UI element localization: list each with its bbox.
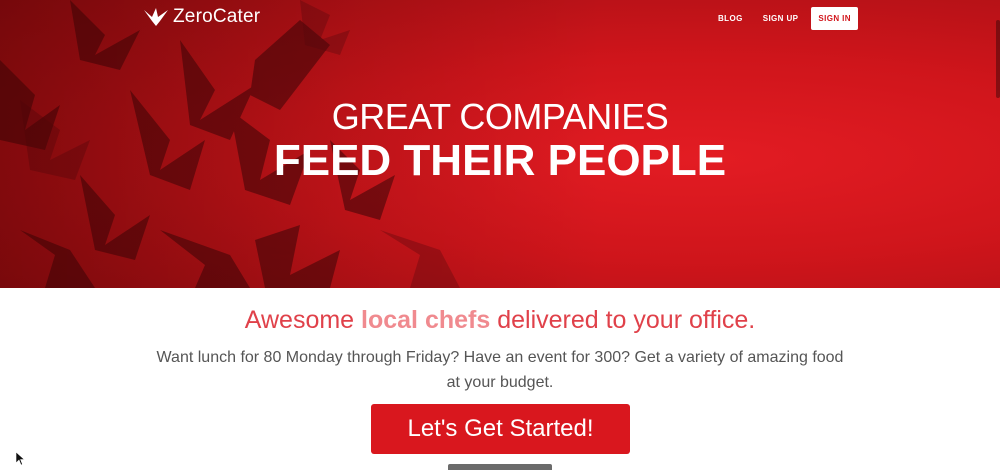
tagline-text-after: delivered to your office.	[490, 306, 756, 334]
sign-in-button[interactable]: SIGN IN	[811, 7, 858, 30]
hero-headline-line2: FEED THEIR PEOPLE	[273, 136, 727, 185]
get-started-button[interactable]: Let's Get Started!	[371, 404, 630, 454]
tagline: Awesome local chefs delivered to your of…	[0, 306, 1000, 335]
scrollbar[interactable]	[996, 20, 1000, 98]
nav-blog-link[interactable]: BLOG	[718, 14, 743, 23]
bottom-tab-handle[interactable]	[448, 464, 552, 470]
tagline-text-before: Awesome	[244, 306, 362, 334]
mouse-cursor-icon	[16, 452, 25, 466]
nav-signup-link[interactable]: SIGN UP	[763, 14, 799, 23]
hero-headline-line1: GREAT COMPANIES	[331, 96, 669, 137]
hero-banner: ZeroCater BLOG SIGN UP SIGN IN GREAT COM…	[0, 0, 1000, 288]
description-text: Want lunch for 80 Monday through Friday?…	[156, 349, 844, 391]
crane-logo-icon	[144, 8, 168, 26]
tagline-highlight: local chefs	[361, 306, 491, 334]
brand-name: ZeroCater	[173, 6, 261, 27]
top-nav: BLOG SIGN UP SIGN IN	[698, 7, 858, 30]
logo[interactable]: ZeroCater	[143, 6, 260, 28]
